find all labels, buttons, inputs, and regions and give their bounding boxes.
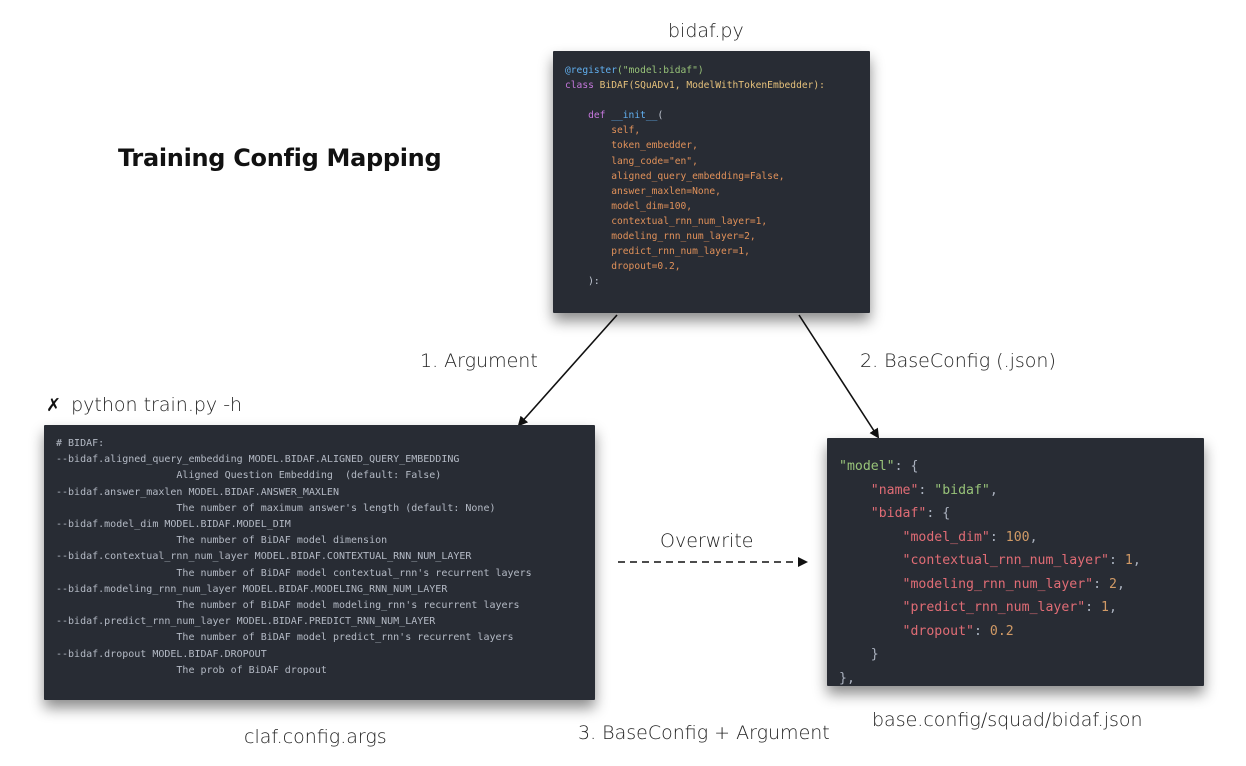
cli-help-line: The prob of BiDAF dropout (56, 664, 327, 676)
cli-help-line: --bidaf.answer_maxlen MODEL.BIDAF.ANSWER… (56, 486, 339, 498)
cli-help-panel: # BIDAF: --bidaf.aligned_query_embedding … (44, 425, 595, 700)
py-param-line: token_embedder, (611, 140, 698, 152)
json-value: 2 (1108, 576, 1117, 592)
cli-help-line: The number of BiDAF model dimension (56, 535, 388, 547)
json-key: "dropout" (902, 623, 974, 639)
py-param-line: answer_maxlen=None, (611, 185, 721, 197)
py-param-line: modeling_rnn_num_layer=2, (611, 231, 756, 243)
cli-help-line: --bidaf.predict_rnn_num_layer MODEL.BIDA… (56, 616, 436, 628)
json-key: "contextual_rnn_num_layer" (902, 553, 1109, 568)
json-key: "predict_rnn_num_layer" (902, 600, 1086, 615)
json-separator: , (1109, 600, 1117, 615)
py-param-line: aligned_query_embedding=False, (611, 170, 785, 182)
cli-help-line: The number of BiDAF model modeling_rnn's… (56, 600, 520, 612)
json-separator: , (1132, 553, 1141, 568)
json-key: "model_dim" (902, 529, 990, 545)
cli-help-line: The number of BiDAF model predict_rnn's … (56, 632, 514, 644)
baseconfig-arrow (798, 314, 880, 439)
cli-help-line: --bidaf.dropout MODEL.BIDAF.DROPOUT (56, 648, 267, 660)
cli-help-text: # BIDAF: --bidaf.aligned_query_embedding … (56, 436, 532, 679)
json-separator: , (1116, 576, 1125, 592)
py-param-line: lang_code="en", (611, 155, 698, 167)
cli-help-line: # BIDAF: (56, 438, 105, 449)
json-separator: , (1029, 529, 1038, 545)
json-value: 1 (1124, 553, 1133, 568)
cli-help-line: The number of BiDAF model contextual_rnn… (56, 567, 532, 579)
json-config-panel: "model": { "name": "bidaf", "bidaf": { "… (827, 438, 1204, 686)
py-param-line: self, (611, 125, 641, 137)
cli-help-line: --bidaf.modeling_rnn_num_layer MODEL.BID… (56, 583, 448, 595)
py-param-line: predict_rnn_num_layer=1, (611, 246, 750, 258)
json-key: "modeling_rnn_num_layer" (902, 576, 1094, 592)
py-param-line: contextual_rnn_num_layer=1, (611, 215, 768, 227)
py-param-line: model_dim=100, (611, 200, 693, 212)
py-param-line: dropout=0.2, (611, 261, 681, 273)
cli-help-line: --bidaf.aligned_query_embedding MODEL.BI… (56, 454, 460, 466)
json-value: 100 (1005, 529, 1030, 545)
json-value: 1 (1101, 600, 1109, 615)
json-value: 0.2 (989, 623, 1014, 639)
python-code: @register("model:bidaf") class BiDAF(SQu… (565, 65, 825, 288)
cli-help-line: --bidaf.contextual_rnn_num_layer MODEL.B… (56, 551, 472, 563)
cli-help-line: Aligned Question Embedding (default: Fal… (56, 470, 442, 482)
bidaf-py-code-panel: @register("model:bidaf") class BiDAF(SQu… (553, 51, 870, 313)
json-config-code: "model": { "name": "bidaf", "bidaf": { "… (839, 459, 1141, 686)
cli-help-line: --bidaf.model_dim MODEL.BIDAF.MODEL_DIM (56, 519, 291, 531)
argument-arrow (517, 314, 618, 427)
cli-help-line: The number of maximum answer's length (d… (56, 502, 496, 514)
